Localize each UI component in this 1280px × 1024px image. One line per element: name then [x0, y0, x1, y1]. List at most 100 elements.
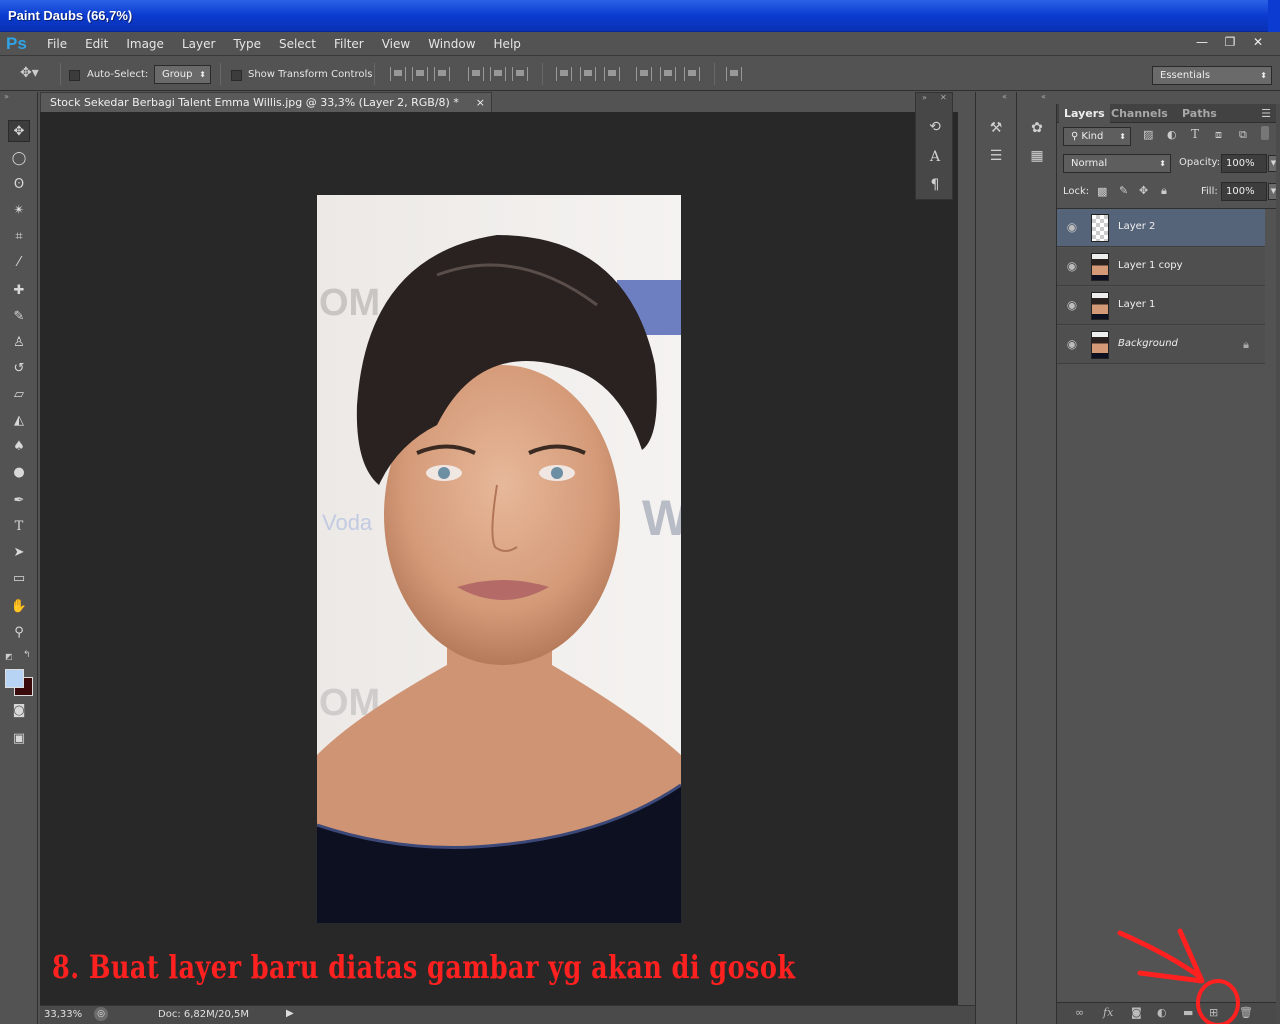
distribute-bottom-icon[interactable] — [604, 67, 620, 81]
align-bottom-icon[interactable] — [434, 67, 450, 81]
layer-name[interactable]: Layer 2 — [1118, 221, 1155, 232]
layer-row[interactable]: ◉ Layer 2 — [1057, 209, 1265, 247]
lasso-tool-icon[interactable]: ʘ — [8, 174, 30, 196]
transform-controls-checkbox[interactable] — [231, 68, 242, 81]
eraser-tool-icon[interactable]: ▱ — [8, 384, 30, 406]
collapse-icon[interactable]: « — [1041, 92, 1046, 101]
align-vertical-center-icon[interactable] — [412, 67, 428, 81]
visibility-eye-icon[interactable]: ◉ — [1063, 259, 1081, 273]
filter-toggle[interactable] — [1261, 126, 1269, 140]
status-menu-arrow-icon[interactable]: ▶ — [286, 1008, 294, 1019]
distribute-vertical-center-icon[interactable] — [580, 67, 596, 81]
brush-tool-icon[interactable]: ✎ — [8, 306, 30, 328]
lock-all-icon[interactable]: 🔒︎ — [1161, 184, 1167, 198]
move-tool-preset-icon[interactable]: ✥▾ — [20, 65, 39, 81]
collapse-icon[interactable]: » — [4, 92, 9, 101]
magic-wand-tool-icon[interactable]: ✴ — [8, 200, 30, 222]
distribute-horizontal-center-icon[interactable] — [660, 67, 676, 81]
workspace-dropdown[interactable]: Essentials ⬍ — [1152, 66, 1272, 85]
color-palette-icon[interactable]: ✿ — [1026, 118, 1048, 138]
path-selection-tool-icon[interactable]: ➤ — [8, 542, 30, 564]
character-icon[interactable]: A — [924, 147, 946, 167]
lock-transparent-icon[interactable]: ▩ — [1097, 185, 1107, 198]
auto-select-dropdown[interactable]: Group ⬍ — [154, 65, 211, 84]
distribute-top-icon[interactable] — [556, 67, 572, 81]
filter-type-icon[interactable]: T — [1191, 127, 1199, 141]
close-tab-icon[interactable]: × — [476, 93, 485, 112]
lock-position-icon[interactable]: ✥ — [1139, 184, 1148, 197]
menu-image[interactable]: Image — [117, 32, 173, 56]
clone-stamp-tool-icon[interactable]: ♙ — [8, 332, 30, 354]
align-right-icon[interactable] — [512, 67, 528, 81]
brush-presets-icon[interactable]: ⚒ — [985, 118, 1007, 138]
hand-tool-icon[interactable]: ✋ — [8, 596, 30, 618]
type-tool-icon[interactable]: T — [8, 516, 30, 538]
pen-tool-icon[interactable]: ✒ — [8, 490, 30, 512]
brush-settings-icon[interactable]: ☰ — [985, 146, 1007, 166]
layer-row[interactable]: ◉ Layer 1 — [1057, 287, 1265, 325]
align-horizontal-center-icon[interactable] — [490, 67, 506, 81]
collapse-icon[interactable]: « — [1002, 92, 1007, 101]
tab-channels[interactable]: Channels — [1111, 104, 1168, 123]
close-button[interactable]: ✕ — [1244, 32, 1272, 54]
clone-source-icon[interactable]: ⟲ — [924, 117, 946, 137]
menu-file[interactable]: File — [38, 32, 76, 56]
minimize-button[interactable]: — — [1188, 32, 1216, 54]
menu-filter[interactable]: Filter — [325, 32, 373, 56]
swap-colors-icon[interactable]: ↰ — [23, 650, 31, 660]
fill-input[interactable]: 100% — [1221, 182, 1267, 201]
filter-pixel-icon[interactable]: ▨ — [1143, 128, 1153, 141]
visibility-eye-icon[interactable]: ◉ — [1063, 220, 1081, 234]
distribute-left-icon[interactable] — [636, 67, 652, 81]
menu-window[interactable]: Window — [419, 32, 484, 56]
auto-align-layers-icon[interactable] — [726, 67, 742, 81]
expand-icon[interactable]: » — [922, 93, 927, 102]
filter-shape-icon[interactable]: ⧈ — [1215, 128, 1222, 142]
filter-smart-object-icon[interactable]: ⧉ — [1239, 128, 1247, 142]
align-left-icon[interactable] — [468, 67, 484, 81]
menu-type[interactable]: Type — [224, 32, 270, 56]
quick-mask-icon[interactable]: ◙ — [8, 700, 30, 722]
swatches-grid-icon[interactable]: ▦ — [1026, 146, 1048, 166]
canvas-area[interactable]: OM OM W Voda 8. Buat layer baru diatas g… — [40, 112, 958, 1005]
paint-bucket-tool-icon[interactable]: ◭ — [8, 410, 30, 432]
zoom-tool-icon[interactable]: ⚲ — [8, 622, 30, 644]
visibility-eye-icon[interactable]: ◉ — [1063, 337, 1081, 351]
menu-select[interactable]: Select — [270, 32, 325, 56]
link-layers-icon[interactable]: ∞ — [1075, 1006, 1084, 1019]
menu-help[interactable]: Help — [485, 32, 530, 56]
paragraph-icon[interactable]: ¶ — [924, 175, 946, 195]
blur-tool-icon[interactable]: ♠ — [8, 436, 30, 458]
filter-kind-dropdown[interactable]: ⚲ Kind ⬍ — [1063, 127, 1131, 146]
healing-brush-tool-icon[interactable]: ✚ — [8, 280, 30, 302]
blend-mode-dropdown[interactable]: Normal ⬍ — [1063, 154, 1171, 173]
zoom-level[interactable]: 33,33% — [44, 1009, 82, 1020]
dodge-tool-icon[interactable]: ● — [8, 462, 30, 484]
tab-layers[interactable]: Layers — [1059, 104, 1110, 123]
opacity-input[interactable]: 100% — [1221, 154, 1267, 173]
panel-menu-icon[interactable]: ☰ — [1261, 104, 1271, 123]
layer-name[interactable]: Background — [1118, 338, 1178, 349]
visibility-eye-icon[interactable]: ◉ — [1063, 298, 1081, 312]
layer-name[interactable]: Layer 1 — [1118, 299, 1155, 310]
menu-view[interactable]: View — [373, 32, 419, 56]
menu-layer[interactable]: Layer — [173, 32, 224, 56]
align-top-icon[interactable] — [390, 67, 406, 81]
layer-row[interactable]: ◉ Layer 1 copy — [1057, 248, 1265, 286]
distribute-right-icon[interactable] — [684, 67, 700, 81]
lock-image-icon[interactable]: ✎ — [1119, 184, 1128, 197]
status-options-icon[interactable]: ◎ — [94, 1007, 108, 1021]
move-tool-icon[interactable]: ✥ — [8, 120, 30, 142]
close-icon[interactable]: ✕ — [940, 93, 947, 102]
menu-edit[interactable]: Edit — [76, 32, 117, 56]
layer-row[interactable]: ◉ Background 🔒︎ — [1057, 326, 1265, 364]
restore-button[interactable]: ❐ — [1216, 32, 1244, 54]
history-brush-tool-icon[interactable]: ↺ — [8, 358, 30, 380]
screen-mode-icon[interactable]: ▣ — [8, 728, 30, 750]
filter-adjustment-icon[interactable]: ◐ — [1167, 128, 1177, 141]
auto-select-checkbox[interactable] — [69, 68, 80, 81]
crop-tool-icon[interactable]: ⌗ — [8, 226, 30, 248]
rectangle-tool-icon[interactable]: ▭ — [8, 568, 30, 590]
default-colors-icon[interactable]: ◩ — [5, 652, 13, 661]
document-tab[interactable]: Stock Sekedar Berbagi Talent Emma Willis… — [40, 92, 492, 112]
